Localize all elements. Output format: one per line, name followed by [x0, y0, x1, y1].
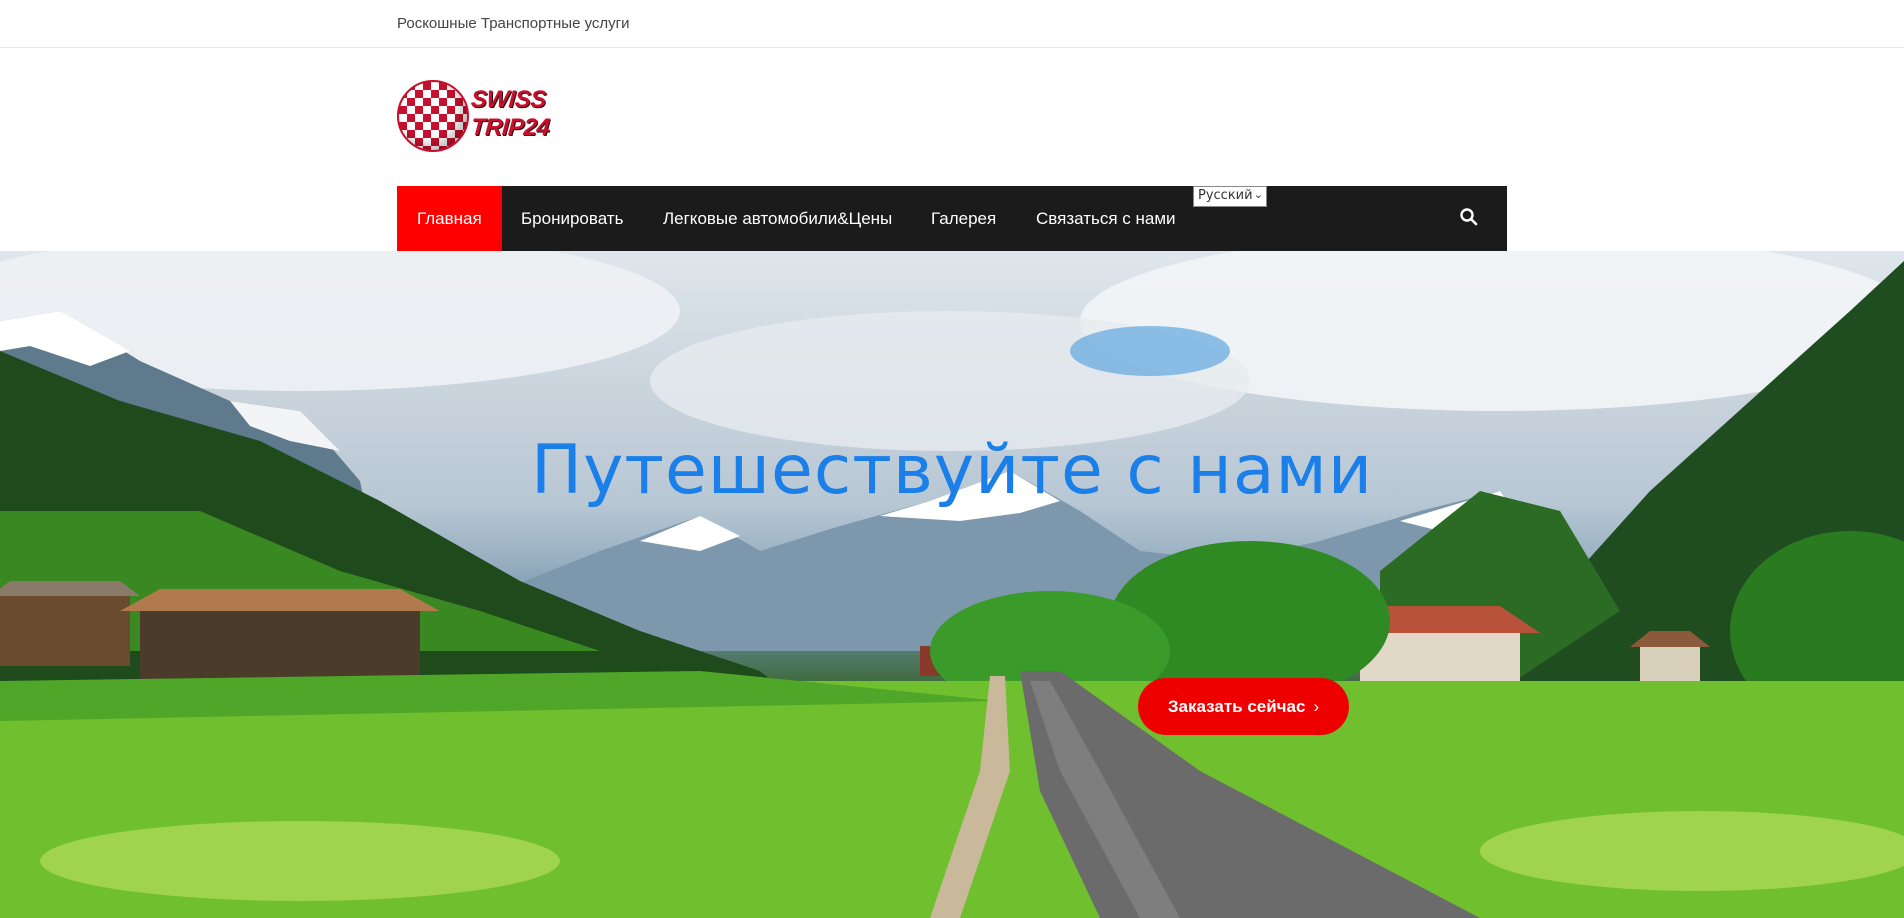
nav-item-home[interactable]: Главная	[397, 186, 502, 251]
site-logo[interactable]: SWISS TRIP24	[397, 80, 550, 152]
hero-title: Путешествуйте с нами	[530, 431, 1374, 510]
order-now-button[interactable]: Заказать сейчас ›	[1138, 678, 1349, 735]
nav-item-booking[interactable]: Бронировать	[521, 186, 623, 251]
language-select[interactable]: Русский ⌄	[1193, 186, 1267, 207]
search-icon[interactable]	[1459, 207, 1479, 227]
logo-ball-icon	[397, 80, 469, 152]
logo-text-line1: SWISS	[470, 86, 547, 113]
nav-item-cars-prices[interactable]: Легковые автомобили&Цены	[663, 186, 892, 251]
language-select-value: Русский	[1198, 188, 1253, 203]
hero-landscape-image	[0, 251, 1904, 918]
order-now-label: Заказать сейчас	[1167, 697, 1306, 716]
site-tagline: Роскошные Транспортные услуги	[397, 15, 630, 32]
nav-item-contact[interactable]: Связаться с нами	[1036, 186, 1176, 251]
hero-banner: Путешествуйте с нами Заказать сейчас ›	[0, 251, 1904, 918]
nav-item-gallery[interactable]: Галерея	[931, 186, 996, 251]
chevron-down-icon: ⌄	[1253, 188, 1263, 201]
logo-text-line2: TRIP24	[470, 114, 551, 141]
chevron-right-icon: ›	[1313, 697, 1320, 716]
top-bar: Роскошные Транспортные услуги	[0, 0, 1904, 48]
main-navigation: Главная Бронировать Легковые автомобили&…	[397, 186, 1507, 251]
